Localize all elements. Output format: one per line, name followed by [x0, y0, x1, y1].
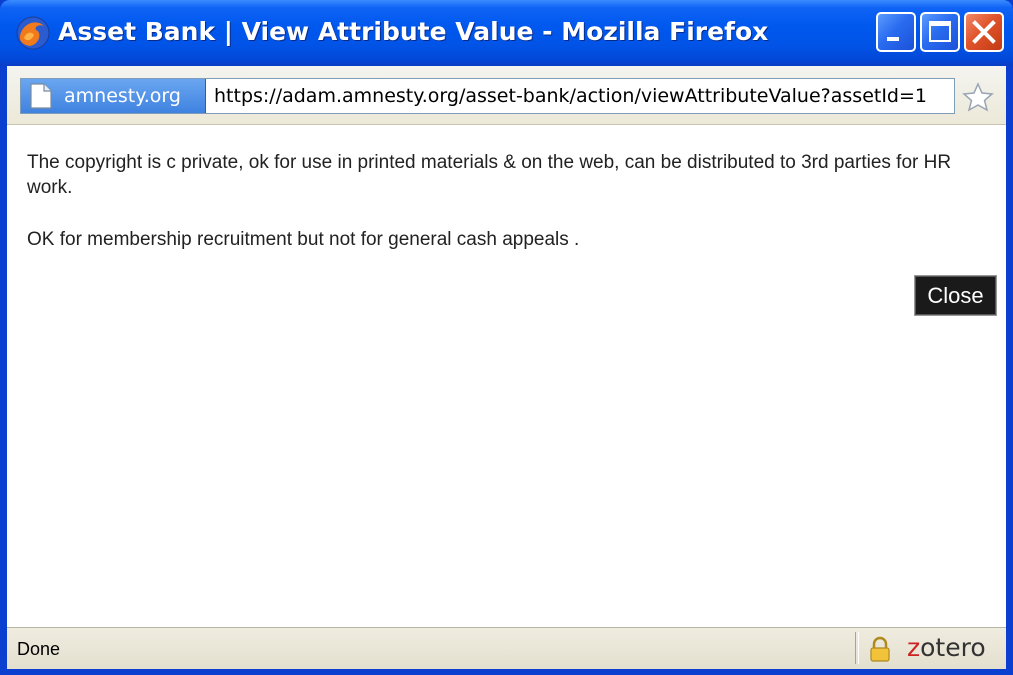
zotero-button[interactable]: zotero: [907, 633, 986, 662]
address-bar: amnesty.org https://adam.amnesty.org/ass…: [7, 66, 1006, 125]
zotero-label: otero: [920, 633, 986, 662]
close-icon: [972, 20, 996, 44]
minimize-button[interactable]: [876, 12, 916, 52]
firefox-icon: [16, 16, 50, 50]
close-window-button[interactable]: [964, 12, 1004, 52]
maximize-button[interactable]: [920, 12, 960, 52]
site-identity-label: amnesty.org: [64, 85, 181, 107]
site-identity-button[interactable]: amnesty.org: [21, 79, 206, 113]
copyright-text: The copyright is c private, ok for use i…: [27, 152, 952, 198]
status-divider: [855, 632, 859, 664]
title-bar[interactable]: Asset Bank | View Attribute Value - Mozi…: [0, 0, 1013, 66]
browser-window: Asset Bank | View Attribute Value - Mozi…: [0, 0, 1013, 675]
page-content: The copyright is c private, ok for use i…: [7, 125, 1006, 627]
close-button[interactable]: Close: [914, 275, 997, 316]
zotero-z: z: [907, 633, 921, 662]
url-field[interactable]: amnesty.org https://adam.amnesty.org/ass…: [20, 78, 955, 114]
minimize-icon: [887, 37, 899, 41]
status-text: Done: [17, 639, 61, 659]
star-icon[interactable]: [962, 82, 994, 112]
lock-icon[interactable]: [869, 636, 891, 662]
window-title: Asset Bank | View Attribute Value - Mozi…: [58, 17, 769, 46]
page-icon: [30, 83, 52, 109]
status-bar: Done zotero: [7, 627, 1006, 669]
maximize-icon: [929, 21, 951, 42]
url-text[interactable]: https://adam.amnesty.org/asset-bank/acti…: [214, 85, 949, 107]
usage-text: OK for membership recruitment but not fo…: [27, 229, 580, 250]
